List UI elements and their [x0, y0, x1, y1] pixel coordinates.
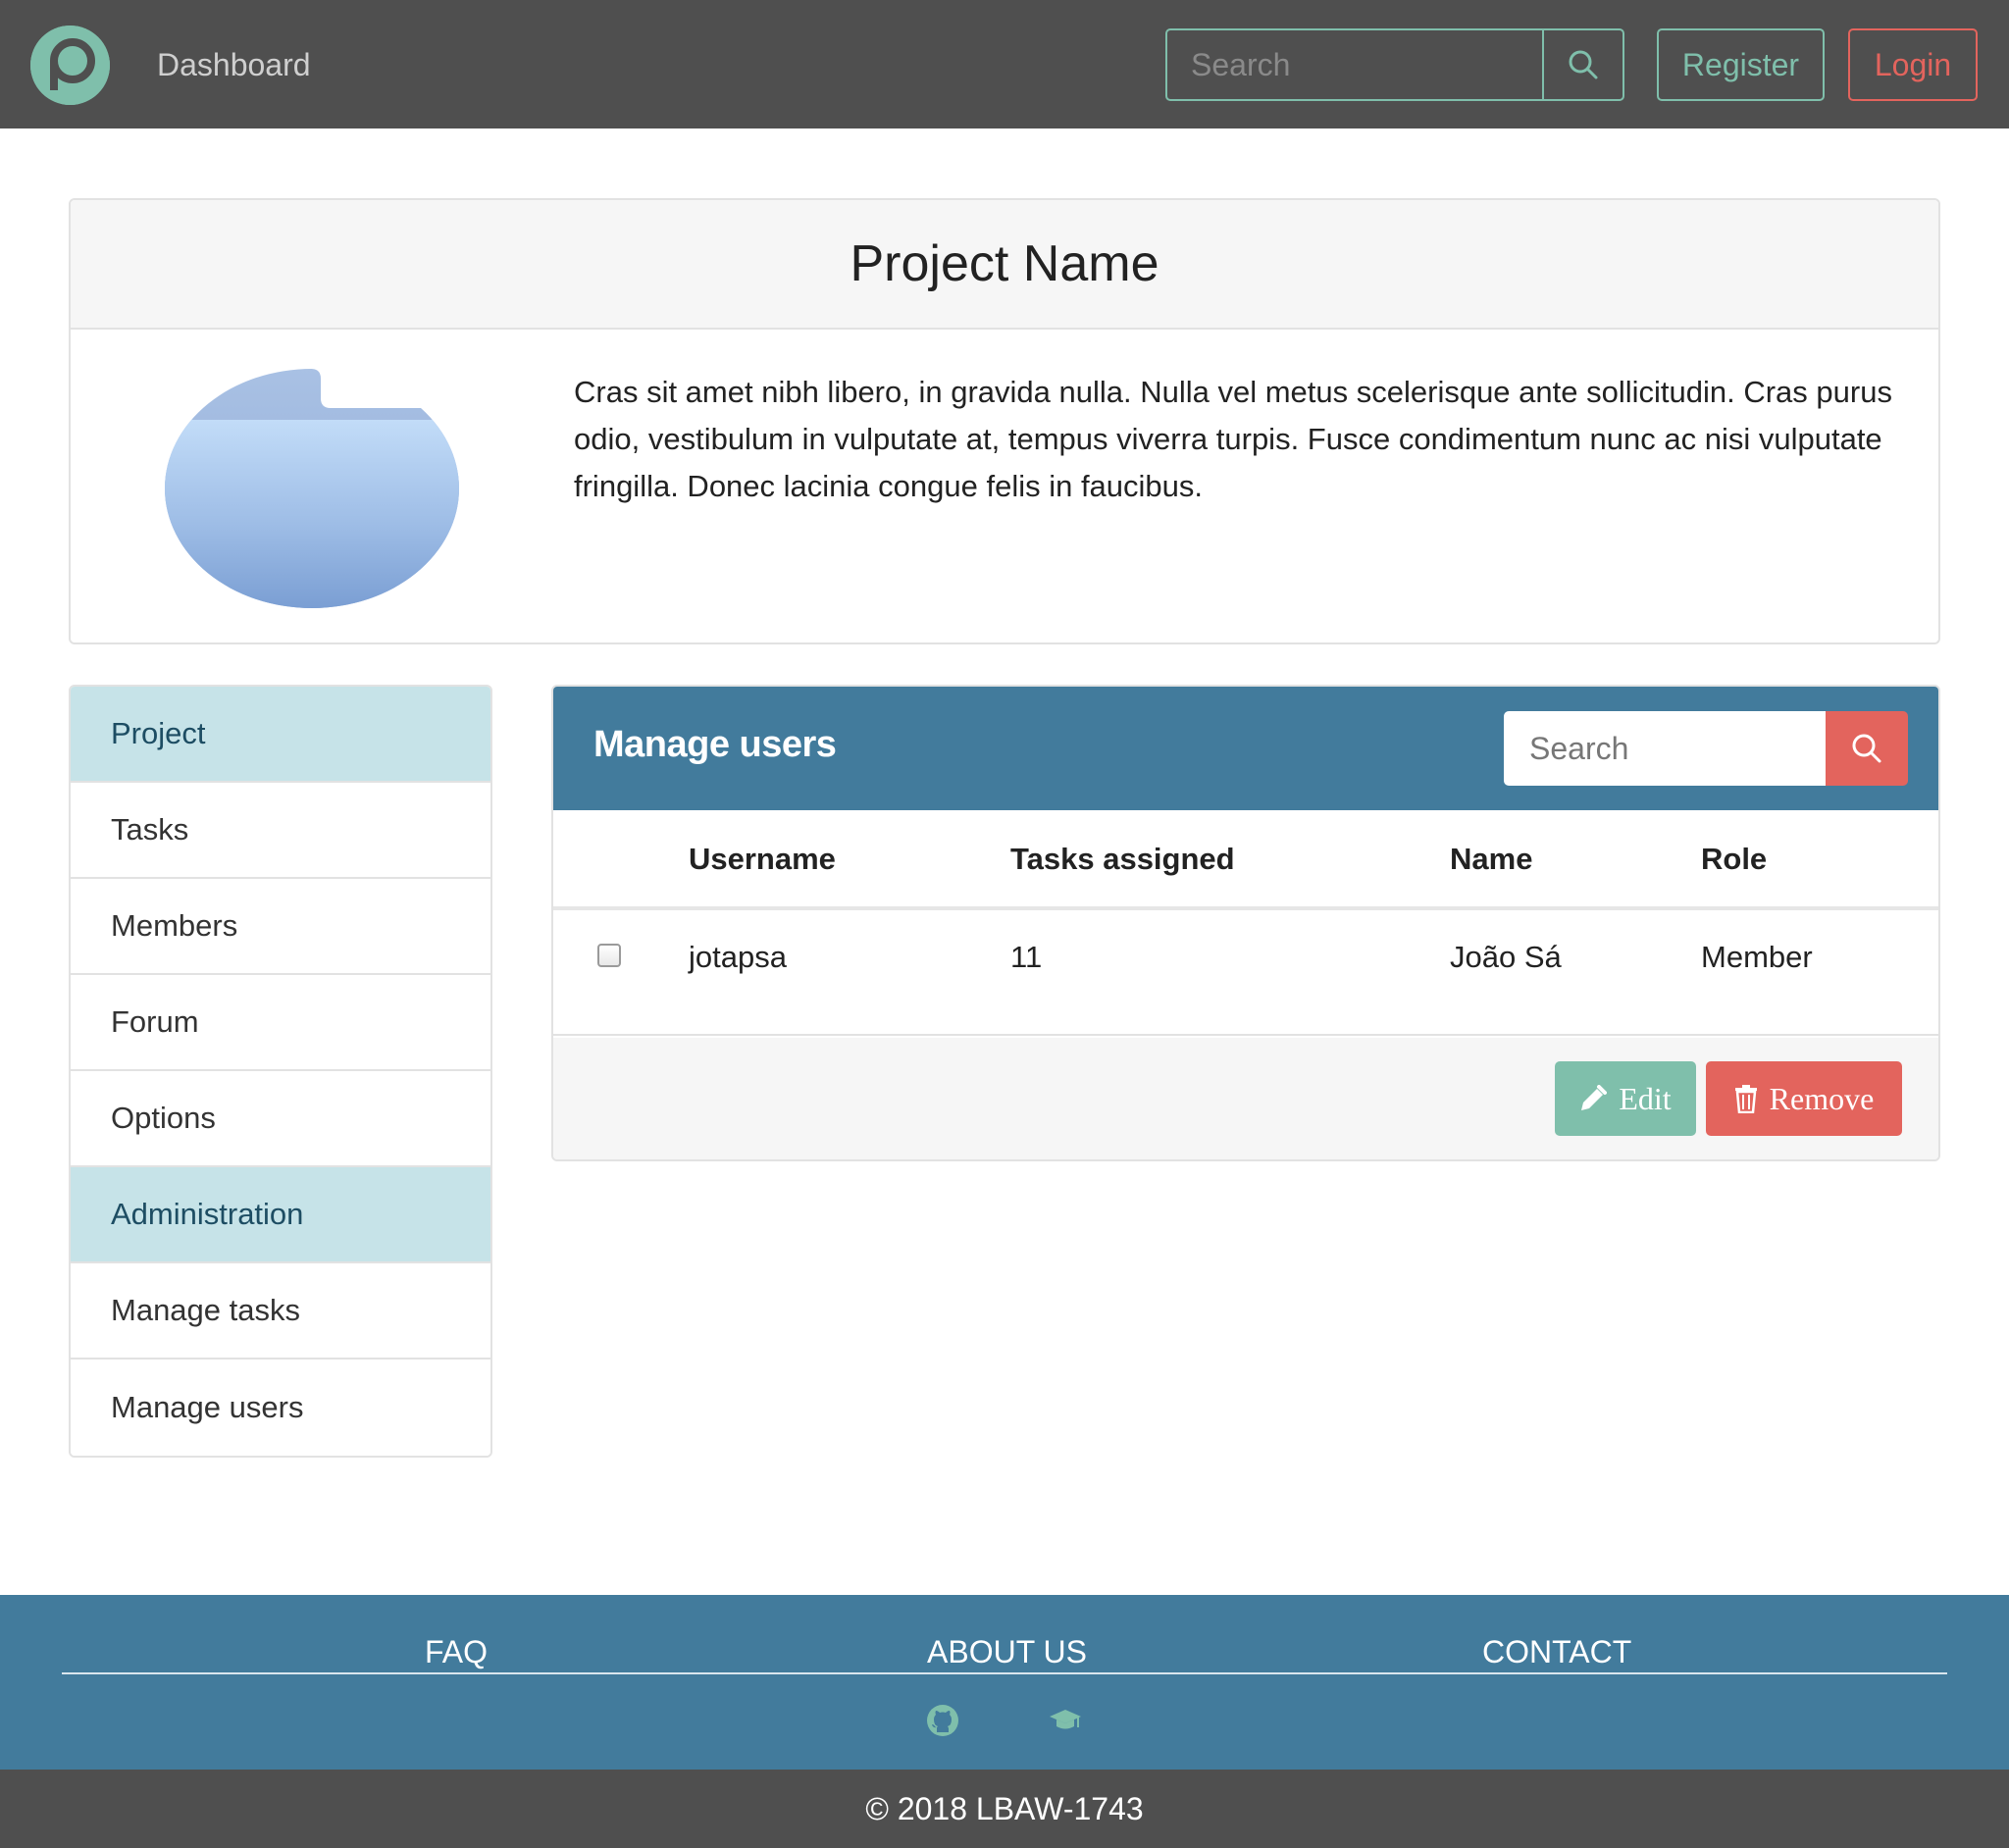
edit-button[interactable]: Edit [1555, 1061, 1696, 1136]
sidebar-item-manage-tasks[interactable]: Manage tasks [71, 1263, 490, 1360]
register-button[interactable]: Register [1657, 28, 1825, 101]
users-search: Search [1504, 711, 1908, 786]
github-icon[interactable] [925, 1703, 960, 1738]
cell-username: jotapsa [689, 940, 787, 974]
footer-link-about-us[interactable]: ABOUT US [927, 1634, 1087, 1670]
sidebar-item-tasks[interactable]: Tasks [71, 783, 490, 879]
manage-users-header: Manage users Search [553, 687, 1938, 810]
users-search-input[interactable]: Search [1504, 711, 1826, 786]
footer-link-contact[interactable]: CONTACT [1482, 1634, 1631, 1670]
cell-tasks-assigned: 11 [1010, 940, 1043, 974]
column-header-tasks-assigned: Tasks assigned [1010, 842, 1235, 876]
dashboard-link[interactable]: Dashboard [157, 47, 311, 83]
search-icon [1852, 734, 1881, 763]
footer-link-faq[interactable]: FAQ [425, 1634, 488, 1670]
folder-icon [165, 369, 459, 608]
column-header-name: Name [1450, 842, 1533, 876]
users-table-header: Username Tasks assigned Name Role [553, 810, 1938, 910]
copyright-bar: © 2018 LBAW-1743 [0, 1770, 2009, 1848]
pencil-icon [1581, 1085, 1608, 1110]
edit-button-label: Edit [1619, 1080, 1672, 1116]
column-header-username: Username [689, 842, 836, 876]
column-header-role: Role [1701, 842, 1768, 876]
graduation-cap-icon[interactable] [1048, 1703, 1083, 1738]
row-select-checkbox[interactable] [597, 944, 621, 967]
sidebar-section-administration: Administration [71, 1167, 490, 1263]
login-button[interactable]: Login [1848, 28, 1978, 101]
sidebar-item-options[interactable]: Options [71, 1071, 490, 1167]
sidebar-item-members[interactable]: Members [71, 879, 490, 975]
sidebar-section-project: Project [71, 687, 490, 783]
manage-users-panel: Manage users Search Username Tasks assig… [551, 685, 1940, 1161]
project-card: Project Name Cras sit amet nibh libero, … [69, 198, 1940, 644]
sidebar-item-manage-users[interactable]: Manage users [71, 1360, 490, 1456]
manage-users-actions: Edit Remove [553, 1038, 1938, 1159]
project-card-header: Project Name [71, 200, 1938, 330]
manage-users-title: Manage users [593, 724, 837, 765]
users-search-button[interactable] [1826, 711, 1908, 786]
project-title: Project Name [850, 235, 1159, 292]
search-icon [1569, 50, 1598, 79]
logo-icon[interactable] [30, 26, 110, 105]
cell-role: Member [1701, 940, 1813, 974]
cell-name: João Sá [1450, 940, 1562, 974]
navbar-search: Search [1165, 28, 1624, 101]
trash-icon [1734, 1085, 1757, 1113]
remove-button-label: Remove [1769, 1080, 1875, 1116]
project-description: Cras sit amet nibh libero, in gravida nu… [574, 375, 1892, 503]
sidebar-menu: Project Tasks Members Forum Options Admi… [69, 685, 492, 1458]
sidebar-item-forum[interactable]: Forum [71, 975, 490, 1071]
table-row: jotapsa 11 João Sá Member [553, 910, 1938, 1036]
footer-divider [62, 1672, 1947, 1674]
navbar-search-input[interactable]: Search [1167, 30, 1542, 99]
navbar-search-button[interactable] [1542, 30, 1623, 99]
top-navbar: Dashboard Search Register Login [0, 0, 2009, 128]
footer: FAQ ABOUT US CONTACT [0, 1595, 2009, 1770]
remove-button[interactable]: Remove [1706, 1061, 1902, 1136]
